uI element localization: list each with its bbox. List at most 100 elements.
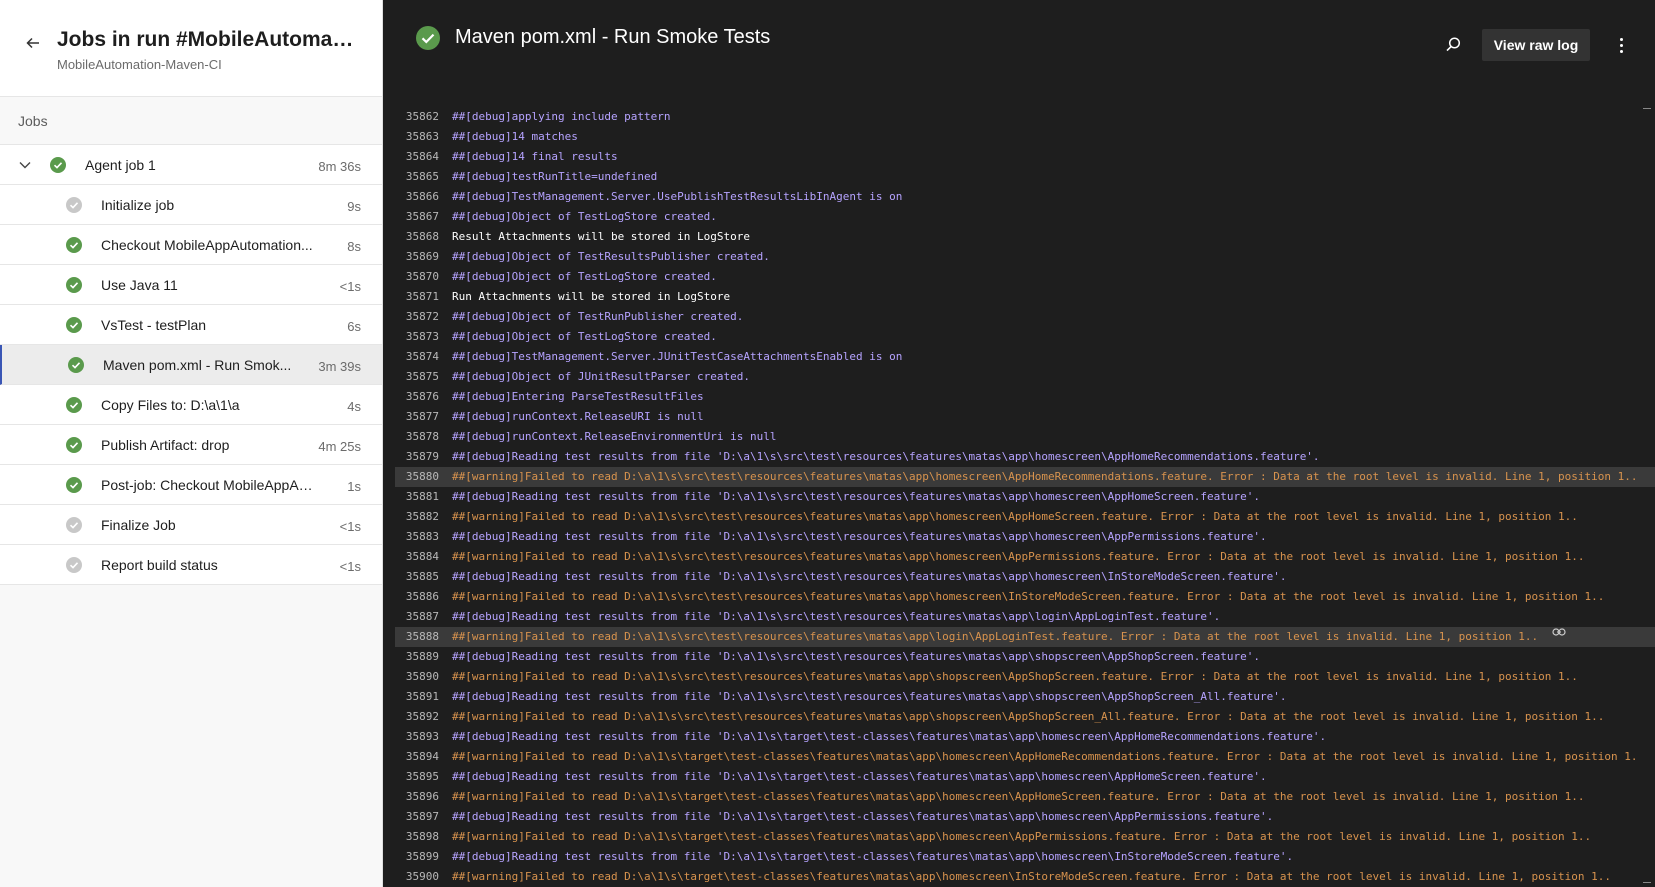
log-line[interactable]: 35877 ##[debug]runContext.ReleaseURI is n… bbox=[395, 407, 1655, 427]
log-line-number[interactable]: 35892 bbox=[395, 707, 439, 727]
link-icon[interactable] bbox=[1552, 627, 1566, 637]
log-line-number[interactable]: 35898 bbox=[395, 827, 439, 847]
log-line-number[interactable]: 35899 bbox=[395, 847, 439, 867]
log-line-number[interactable]: 35893 bbox=[395, 727, 439, 747]
log-line-number[interactable]: 35879 bbox=[395, 447, 439, 467]
log-line[interactable]: 35897 ##[debug]Reading test results from … bbox=[395, 807, 1655, 827]
log-line-number[interactable]: 35878 bbox=[395, 427, 439, 447]
scrollbar-down-arrow[interactable] bbox=[1643, 879, 1651, 883]
search-icon[interactable] bbox=[1444, 36, 1462, 54]
log-line[interactable]: 35878 ##[debug]runContext.ReleaseEnvironm… bbox=[395, 427, 1655, 447]
job-group-agent-job-1[interactable]: Agent job 1 8m 36s bbox=[0, 145, 382, 185]
log-line[interactable]: 35900 ##[warning]Failed to read D:\a\1\s\… bbox=[395, 867, 1655, 887]
log-line[interactable]: 35896 ##[warning]Failed to read D:\a\1\s\… bbox=[395, 787, 1655, 807]
job-step[interactable]: Initialize job 9s bbox=[0, 185, 382, 225]
log-line-number[interactable]: 35897 bbox=[395, 807, 439, 827]
log-line[interactable]: 35869 ##[debug]Object of TestResultsPubli… bbox=[395, 247, 1655, 267]
log-line-number[interactable]: 35863 bbox=[395, 127, 439, 147]
log-line[interactable]: 35888 ##[warning]Failed to read D:\a\1\s\… bbox=[395, 627, 1655, 647]
log-line[interactable]: 35882 ##[warning]Failed to read D:\a\1\s\… bbox=[395, 507, 1655, 527]
log-line[interactable]: 35895 ##[debug]Reading test results from … bbox=[395, 767, 1655, 787]
log-line[interactable]: 35868 Result Attachments will be stored i… bbox=[395, 227, 1655, 247]
log-line-number[interactable]: 35870 bbox=[395, 267, 439, 287]
log-line[interactable]: 35875 ##[debug]Object of JUnitResultParse… bbox=[395, 367, 1655, 387]
job-step[interactable]: Report build status <1s bbox=[0, 545, 382, 585]
log-line-number[interactable]: 35889 bbox=[395, 647, 439, 667]
log-line-number[interactable]: 35867 bbox=[395, 207, 439, 227]
log-line[interactable]: 35891 ##[debug]Reading test results from … bbox=[395, 687, 1655, 707]
job-step[interactable]: VsTest - testPlan 6s bbox=[0, 305, 382, 345]
job-step[interactable]: Publish Artifact: drop 4m 25s bbox=[0, 425, 382, 465]
chevron-down-icon[interactable] bbox=[17, 157, 33, 173]
log-line[interactable]: 35866 ##[debug]TestManagement.Server.UseP… bbox=[395, 187, 1655, 207]
more-options-icon[interactable] bbox=[1610, 34, 1632, 56]
log-line[interactable]: 35864 ##[debug]14 final results bbox=[395, 147, 1655, 167]
log-line[interactable]: 35885 ##[debug]Reading test results from … bbox=[395, 567, 1655, 587]
job-step[interactable]: Post-job: Checkout MobileAppAut... 1s bbox=[0, 465, 382, 505]
log-line[interactable]: 35898 ##[warning]Failed to read D:\a\1\s\… bbox=[395, 827, 1655, 847]
log-line-number[interactable]: 35873 bbox=[395, 327, 439, 347]
log-line[interactable]: 35886 ##[warning]Failed to read D:\a\1\s\… bbox=[395, 587, 1655, 607]
log-line-number[interactable]: 35872 bbox=[395, 307, 439, 327]
log-line[interactable]: 35874 ##[debug]TestManagement.Server.JUni… bbox=[395, 347, 1655, 367]
job-step[interactable]: Copy Files to: D:\a\1\a 4s bbox=[0, 385, 382, 425]
log-line-number[interactable]: 35886 bbox=[395, 587, 439, 607]
log-line[interactable]: 35890 ##[warning]Failed to read D:\a\1\s\… bbox=[395, 667, 1655, 687]
log-line-number[interactable]: 35874 bbox=[395, 347, 439, 367]
log-line-number[interactable]: 35891 bbox=[395, 687, 439, 707]
log-line-number[interactable]: 35890 bbox=[395, 667, 439, 687]
log-line-number[interactable]: 35880 bbox=[395, 467, 439, 487]
log-line[interactable]: 35893 ##[debug]Reading test results from … bbox=[395, 727, 1655, 747]
log-line-number[interactable]: 35869 bbox=[395, 247, 439, 267]
log-line[interactable]: 35883 ##[debug]Reading test results from … bbox=[395, 527, 1655, 547]
log-line-number[interactable]: 35884 bbox=[395, 547, 439, 567]
log-line[interactable]: 35862 ##[debug]applying include pattern bbox=[395, 107, 1655, 127]
log-line[interactable]: 35879 ##[debug]Reading test results from … bbox=[395, 447, 1655, 467]
job-step[interactable]: Use Java 11 <1s bbox=[0, 265, 382, 305]
log-line-number[interactable]: 35885 bbox=[395, 567, 439, 587]
log-line-number[interactable]: 35876 bbox=[395, 387, 439, 407]
log-line-number[interactable]: 35883 bbox=[395, 527, 439, 547]
log-line[interactable]: 35889 ##[debug]Reading test results from … bbox=[395, 647, 1655, 667]
scrollbar-up-arrow[interactable] bbox=[1643, 108, 1651, 112]
log-line[interactable]: 35887 ##[debug]Reading test results from … bbox=[395, 607, 1655, 627]
log-line-number[interactable]: 35894 bbox=[395, 747, 439, 767]
job-step-duration: 9s bbox=[347, 199, 361, 214]
log-line-number[interactable]: 35900 bbox=[395, 867, 439, 887]
log-line[interactable]: 35863 ##[debug]14 matches bbox=[395, 127, 1655, 147]
job-step[interactable]: Finalize Job <1s bbox=[0, 505, 382, 545]
log-line-number[interactable]: 35875 bbox=[395, 367, 439, 387]
log-line[interactable]: 35865 ##[debug]testRunTitle=undefined bbox=[395, 167, 1655, 187]
log-line-number[interactable]: 35896 bbox=[395, 787, 439, 807]
log-line-number[interactable]: 35862 bbox=[395, 107, 439, 127]
log-line-number[interactable]: 35881 bbox=[395, 487, 439, 507]
log-line[interactable]: 35894 ##[warning]Failed to read D:\a\1\s\… bbox=[395, 747, 1655, 767]
log-line[interactable]: 35884 ##[warning]Failed to read D:\a\1\s\… bbox=[395, 547, 1655, 567]
log-line-number[interactable]: 35877 bbox=[395, 407, 439, 427]
log-line-number[interactable]: 35887 bbox=[395, 607, 439, 627]
log-line[interactable]: 35899 ##[debug]Reading test results from … bbox=[395, 847, 1655, 867]
log-line-number[interactable]: 35864 bbox=[395, 147, 439, 167]
log-line-number[interactable]: 35882 bbox=[395, 507, 439, 527]
log-line[interactable]: 35880 ##[warning]Failed to read D:\a\1\s\… bbox=[395, 467, 1655, 487]
log-line[interactable]: 35870 ##[debug]Object of TestLogStore cre… bbox=[395, 267, 1655, 287]
log-line[interactable]: 35876 ##[debug]Entering ParseTestResultFi… bbox=[395, 387, 1655, 407]
job-step[interactable]: Maven pom.xml - Run Smok... 3m 39s bbox=[0, 345, 382, 385]
log-line-text: ##[debug]Object of JUnitResultParser cre… bbox=[452, 370, 751, 383]
log-line-number[interactable]: 35895 bbox=[395, 767, 439, 787]
log-line[interactable]: 35873 ##[debug]Object of TestLogStore cre… bbox=[395, 327, 1655, 347]
log-line-number[interactable]: 35871 bbox=[395, 287, 439, 307]
log-line-number[interactable]: 35888 bbox=[395, 627, 439, 647]
log-line-number[interactable]: 35865 bbox=[395, 167, 439, 187]
job-step[interactable]: Checkout MobileAppAutomation... 8s bbox=[0, 225, 382, 265]
view-raw-log-button[interactable]: View raw log bbox=[1482, 29, 1590, 61]
back-button[interactable] bbox=[20, 30, 46, 56]
log-line[interactable]: 35881 ##[debug]Reading test results from … bbox=[395, 487, 1655, 507]
log-line[interactable]: 35892 ##[warning]Failed to read D:\a\1\s\… bbox=[395, 707, 1655, 727]
log-viewer[interactable]: 35862 ##[debug]applying include pattern 35… bbox=[383, 95, 1655, 887]
log-line-number[interactable]: 35866 bbox=[395, 187, 439, 207]
log-line[interactable]: 35867 ##[debug]Object of TestLogStore cre… bbox=[395, 207, 1655, 227]
log-line[interactable]: 35872 ##[debug]Object of TestRunPublisher… bbox=[395, 307, 1655, 327]
log-line-number[interactable]: 35868 bbox=[395, 227, 439, 247]
log-line[interactable]: 35871 Run Attachments will be stored in L… bbox=[395, 287, 1655, 307]
